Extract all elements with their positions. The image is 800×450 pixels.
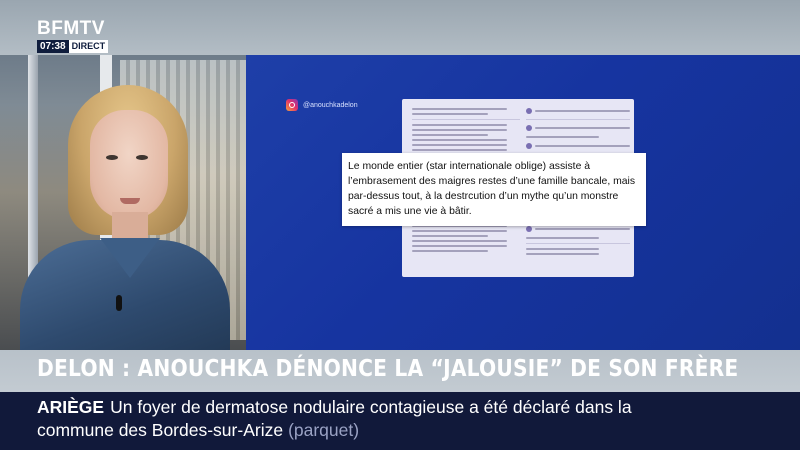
ticker-line-1-text: Un foyer de dermatose nodulaire contagie…: [110, 397, 632, 417]
lapel-mic: [116, 295, 122, 311]
presenter-eye-right: [136, 155, 148, 160]
quote-text: Le monde entier (star internationale obl…: [348, 161, 636, 218]
presenter-collar-right: [130, 238, 160, 278]
channel-logo: BFMTV 07:38 DIRECT: [37, 18, 109, 53]
top-bar: BFMTV 07:38 DIRECT: [0, 0, 800, 55]
broadcast-time: 07:38: [37, 40, 69, 53]
ticker-source: (parquet): [288, 420, 360, 440]
presenter: [20, 80, 230, 350]
graphic-panel: @anouchkadelon Le monde entier (star int…: [246, 55, 800, 350]
ticker-region: ARIÈGE: [37, 397, 105, 417]
ticker-line-1: ARIÈGE Un foyer de dermatose nodulaire co…: [37, 397, 632, 418]
ticker-line-2: commune des Bordes-sur-Arize (parquet): [37, 420, 359, 441]
headline-text: DELON : ANOUCHKA DÉNONCE LA “JALOUSIE” D…: [37, 356, 739, 382]
presenter-collar-left: [100, 238, 130, 278]
presenter-eye-left: [106, 155, 118, 160]
news-ticker: ARIÈGE Un foyer de dermatose nodulaire co…: [0, 392, 800, 450]
presenter-mouth: [120, 198, 140, 204]
channel-name: BFMTV: [37, 18, 105, 39]
quote-box: Le monde entier (star internationale obl…: [342, 153, 646, 227]
instagram-handle-text: @anouchkadelon: [303, 101, 358, 109]
instagram-handle: @anouchkadelon: [286, 99, 358, 111]
live-indicator: 07:38 DIRECT: [37, 40, 109, 53]
instagram-icon: [286, 99, 298, 111]
headline-bar: DELON : ANOUCHKA DÉNONCE LA “JALOUSIE” D…: [0, 350, 800, 392]
ticker-line-2-text: commune des Bordes-sur-Arize: [37, 420, 284, 440]
live-label: DIRECT: [68, 40, 109, 53]
